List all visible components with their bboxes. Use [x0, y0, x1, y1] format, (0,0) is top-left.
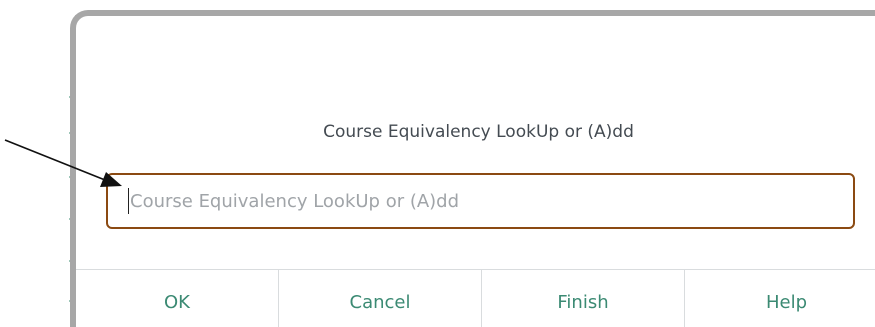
lookup-dialog: Course Equivalency LookUp or (A)dd OK Ca…: [70, 10, 875, 327]
dialog-button-row: OK Cancel Finish Help: [76, 269, 875, 327]
lookup-field-container[interactable]: [106, 173, 855, 229]
dialog-prompt: Course Equivalency LookUp or (A)dd: [323, 122, 634, 142]
cancel-button[interactable]: Cancel: [279, 270, 482, 327]
help-button[interactable]: Help: [685, 270, 875, 327]
finish-button[interactable]: Finish: [482, 270, 685, 327]
lookup-input[interactable]: [129, 181, 853, 221]
ok-button[interactable]: OK: [76, 270, 279, 327]
